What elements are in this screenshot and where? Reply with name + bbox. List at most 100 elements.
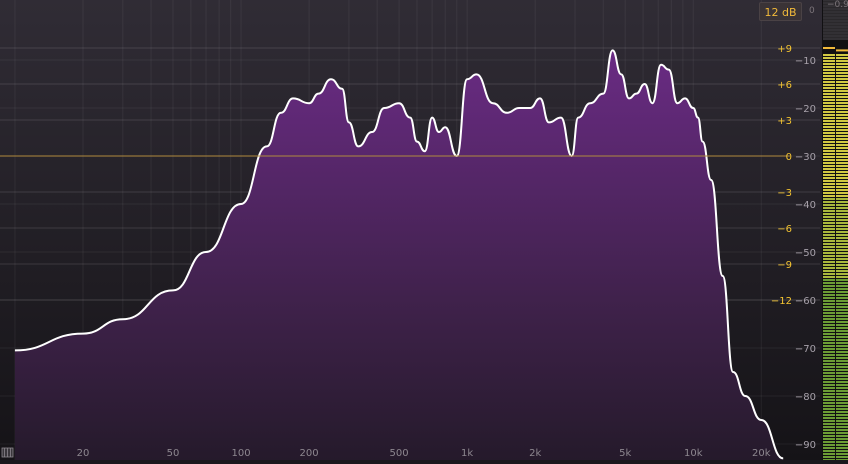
meter-segment-right bbox=[836, 246, 848, 248]
meter-segment-left bbox=[823, 405, 835, 407]
db-tick-label: −60 bbox=[795, 296, 816, 307]
meter-segment-left bbox=[823, 333, 835, 335]
meter-segment-right bbox=[836, 339, 848, 341]
meter-segment-left bbox=[823, 294, 835, 296]
meter-segment-left bbox=[823, 450, 835, 452]
meter-segment-left bbox=[823, 234, 835, 236]
meter-segment-left bbox=[823, 399, 835, 401]
meter-segment-left bbox=[823, 432, 835, 434]
meter-segment-left bbox=[823, 126, 835, 128]
meter-segment-right bbox=[836, 117, 848, 119]
meter-segment-right bbox=[836, 138, 848, 140]
meter-segment-right bbox=[836, 405, 848, 407]
meter-segment-right bbox=[836, 225, 848, 227]
meter-segment-right bbox=[836, 54, 848, 56]
meter-segment-right bbox=[836, 282, 848, 284]
meter-segment-right bbox=[836, 108, 848, 110]
meter-segment-left bbox=[823, 207, 835, 209]
meter-segment-right bbox=[836, 363, 848, 365]
meter-segment-left bbox=[823, 186, 835, 188]
meter-segment-left bbox=[823, 114, 835, 116]
meter-segment-right bbox=[836, 315, 848, 317]
freq-tick-label: 100 bbox=[231, 448, 250, 459]
level-meter[interactable] bbox=[822, 0, 848, 461]
meter-segment-right bbox=[836, 240, 848, 242]
meter-segment-left bbox=[823, 393, 835, 395]
meter-segment-left bbox=[823, 300, 835, 302]
meter-segment-left bbox=[823, 423, 835, 425]
meter-segment-left bbox=[823, 75, 835, 77]
meter-peak-left bbox=[823, 47, 835, 49]
db-tick-label: −90 bbox=[795, 440, 816, 451]
meter-segment-right bbox=[836, 312, 848, 314]
meter-segment-right bbox=[836, 351, 848, 353]
db-tick-label: −40 bbox=[795, 200, 816, 211]
meter-segment-right bbox=[836, 141, 848, 143]
meter-segment-left bbox=[823, 387, 835, 389]
meter-segment-right bbox=[836, 432, 848, 434]
meter-segment-left bbox=[823, 444, 835, 446]
meter-segment-right bbox=[836, 57, 848, 59]
meter-segment-right bbox=[836, 156, 848, 158]
meter-segment-right bbox=[836, 399, 848, 401]
meter-segment-right bbox=[836, 183, 848, 185]
meter-segment-left bbox=[823, 267, 835, 269]
meter-segment-left bbox=[823, 222, 835, 224]
meter-segment-right bbox=[836, 375, 848, 377]
meter-segment-right bbox=[836, 324, 848, 326]
meter-segment-left bbox=[823, 435, 835, 437]
meter-segment-right bbox=[836, 78, 848, 80]
meter-segment-right bbox=[836, 345, 848, 347]
meter-segment-left bbox=[823, 117, 835, 119]
meter-segment-left bbox=[823, 417, 835, 419]
meter-segment-right bbox=[836, 123, 848, 125]
meter-segment-left bbox=[823, 378, 835, 380]
meter-segment-right bbox=[836, 321, 848, 323]
meter-segment-right bbox=[836, 378, 848, 380]
meter-segment-left bbox=[823, 165, 835, 167]
meter-segment-right bbox=[836, 111, 848, 113]
meter-segment-right bbox=[836, 393, 848, 395]
meter-segment-left bbox=[823, 402, 835, 404]
meter-segment-left bbox=[823, 255, 835, 257]
meter-segment-right bbox=[836, 147, 848, 149]
meter-segment-left bbox=[823, 426, 835, 428]
meter-segment-left bbox=[823, 357, 835, 359]
range-button[interactable]: 12 dB bbox=[759, 2, 802, 21]
freq-tick-label: 50 bbox=[167, 448, 180, 459]
meter-segment-left bbox=[823, 105, 835, 107]
meter-segment-right bbox=[836, 231, 848, 233]
meter-segment-left bbox=[823, 285, 835, 287]
meter-segment-right bbox=[836, 195, 848, 197]
meter-segment-left bbox=[823, 108, 835, 110]
meter-segment-left bbox=[823, 264, 835, 266]
meter-segment-left bbox=[823, 360, 835, 362]
meter-segment-left bbox=[823, 291, 835, 293]
meter-segment-left bbox=[823, 99, 835, 101]
spectrum-analyzer[interactable]: 20 50 100 200 500 1k 2k 5k 10k 20k +9+6+30−3−6−9−… bbox=[0, 0, 848, 460]
meter-segment-left bbox=[823, 273, 835, 275]
piano-keyboard-icon[interactable] bbox=[1, 447, 14, 458]
meter-segment-left bbox=[823, 198, 835, 200]
level-meter-graphic bbox=[823, 0, 848, 461]
db-tick-label: −70 bbox=[795, 344, 816, 355]
meter-segment-right bbox=[836, 174, 848, 176]
meter-segment-left bbox=[823, 150, 835, 152]
meter-segment-right bbox=[836, 216, 848, 218]
freq-tick-label: 5k bbox=[619, 448, 631, 459]
meter-segment-left bbox=[823, 354, 835, 356]
meter-segment-left bbox=[823, 429, 835, 431]
meter-segment-right bbox=[836, 234, 848, 236]
meter-segment-left bbox=[823, 189, 835, 191]
eq-gain-label: +9 bbox=[777, 44, 792, 55]
meter-segment-left bbox=[823, 345, 835, 347]
meter-segment-right bbox=[836, 237, 848, 239]
meter-segment-left bbox=[823, 288, 835, 290]
meter-segment-right bbox=[836, 180, 848, 182]
meter-segment-left bbox=[823, 279, 835, 281]
freq-tick-label: 20 bbox=[77, 448, 90, 459]
meter-segment-left bbox=[823, 315, 835, 317]
meter-segment-left bbox=[823, 201, 835, 203]
meter-segment-right bbox=[836, 426, 848, 428]
meter-segment-left bbox=[823, 369, 835, 371]
